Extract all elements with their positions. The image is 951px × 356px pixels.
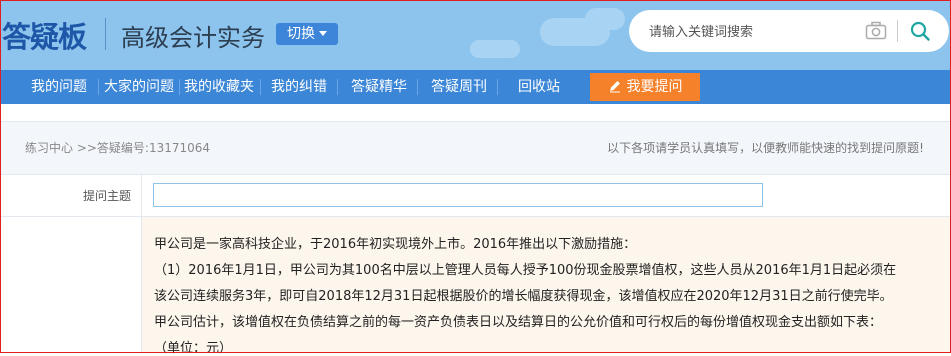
site-header: 答疑板 高级会计实务 切换 [0, 0, 951, 70]
nav-separator [337, 79, 338, 95]
nav-recycle-bin[interactable]: 回收站 [518, 70, 560, 104]
ask-question-label: 我要提问 [626, 79, 683, 95]
topic-input[interactable] [153, 183, 763, 207]
switch-label: 切换 [287, 26, 315, 42]
topic-label-cell: 提问主题 [1, 174, 142, 217]
breadcrumb[interactable]: 练习中心 >>答疑编号:13171064 [25, 139, 210, 156]
breadcrumb-bar: 练习中心 >>答疑编号:13171064 以下各项请学员认真填写，以便教师能快速… [1, 121, 950, 175]
question-label-cell [1, 217, 142, 353]
question-text-area: 甲公司是一家高科技企业，于2016年初实现境外上市。2016年推出以下激励措施：… [142, 217, 950, 356]
question-line: 甲公司估计，该增值权在负债结算之前的每一资产负债表日以及结算日的公允价值和可行权… [154, 315, 883, 330]
nav-separator [497, 79, 498, 95]
header-divider [105, 18, 106, 50]
question-line: 该公司连续服务3年，即可自2018年12月31日起根据股价的增长幅度获得现金，该… [154, 289, 893, 304]
nav-separator [98, 79, 99, 95]
form-notice: 以下各项请学员认真填写，以便教师能快速的找到提问原题! [607, 141, 924, 155]
nav-my-favorites[interactable]: 我的收藏夹 [184, 70, 254, 104]
nav-qa-weekly[interactable]: 答疑周刊 [431, 70, 487, 104]
switch-subject-button[interactable]: 切换 [276, 23, 338, 45]
nav-my-corrections[interactable]: 我的纠错 [271, 70, 327, 104]
search-icon[interactable] [909, 20, 931, 46]
question-line: （单位：元） [154, 341, 233, 356]
nav-qa-highlights[interactable]: 答疑精华 [351, 70, 407, 104]
cloud-decoration [470, 40, 520, 58]
site-logo[interactable]: 答疑板 [2, 14, 87, 56]
caret-down-icon [319, 31, 327, 36]
topic-field-cell [142, 174, 950, 217]
nav-separator [260, 79, 261, 95]
subject-title: 高级会计实务 [121, 24, 265, 52]
nav-separator [179, 79, 180, 95]
nav-separator [417, 79, 418, 95]
camera-icon[interactable] [865, 21, 887, 45]
search-separator [897, 20, 898, 42]
search-box [629, 10, 949, 52]
pencil-icon [608, 75, 622, 103]
search-input[interactable] [647, 20, 851, 44]
nav-my-questions[interactable]: 我的问题 [31, 70, 87, 104]
question-line: 甲公司是一家高科技企业，于2016年初实现境外上市。2016年推出以下激励措施： [154, 237, 637, 252]
topic-label: 提问主题 [82, 189, 131, 203]
cloud-decoration [585, 8, 625, 30]
question-line: （1）2016年1月1日，甲公司为其100名中层以上管理人员每人授予100份现金… [154, 263, 897, 278]
nav-all-questions[interactable]: 大家的问题 [104, 70, 174, 104]
main-nav: 我的问题 大家的问题 我的收藏夹 我的纠错 答疑精华 答疑周刊 回收站 我要提问 [0, 70, 951, 104]
ask-question-button[interactable]: 我要提问 [590, 73, 700, 101]
